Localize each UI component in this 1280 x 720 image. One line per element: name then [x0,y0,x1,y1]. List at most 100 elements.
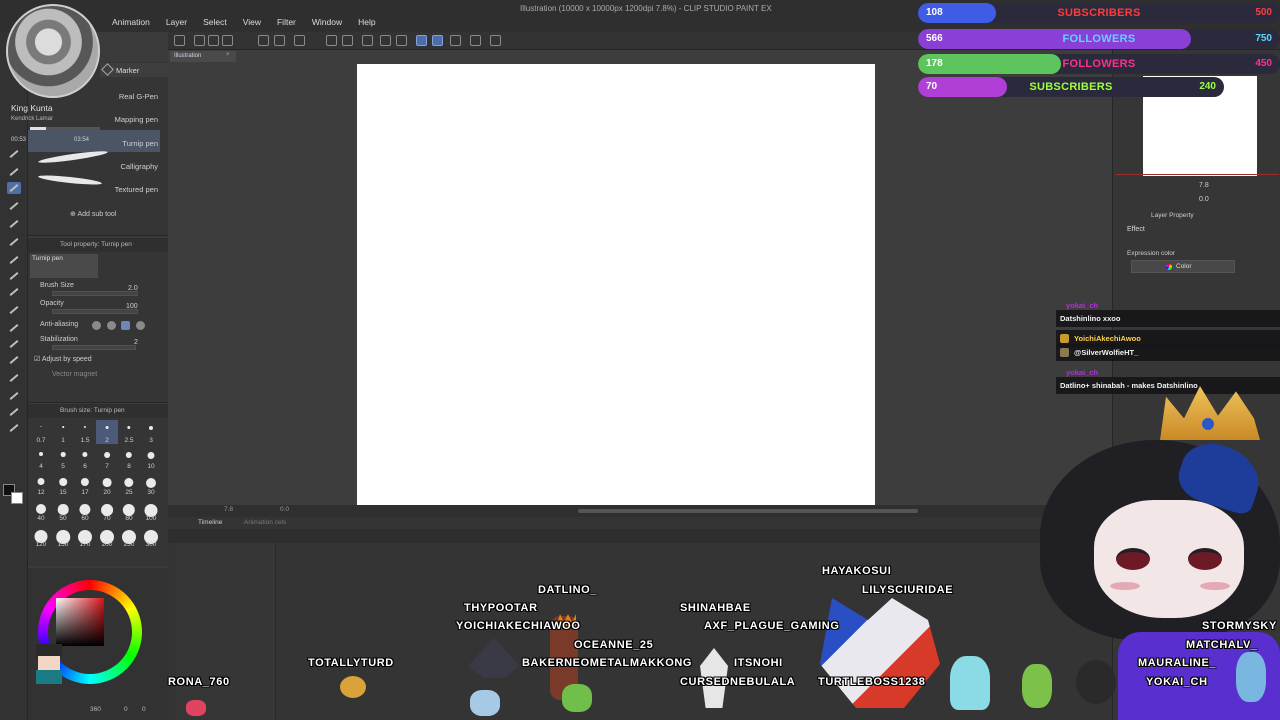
menu-view[interactable]: View [235,17,269,27]
correct-line-tool-icon[interactable] [7,422,21,434]
brush-size-preset[interactable]: 50 [52,498,74,522]
brush-size-preset[interactable]: 3 [140,420,162,444]
close-tab-icon[interactable]: × [226,52,230,58]
saturation-value-square[interactable] [56,598,104,646]
tab-timeline[interactable]: Timeline [198,519,222,526]
transform-icon[interactable] [342,35,353,46]
brush-size-preset[interactable]: 60 [74,498,96,522]
gradient-tool-icon[interactable] [7,322,21,334]
ruler-tool-icon[interactable] [7,372,21,384]
zoom-tool-icon[interactable] [7,148,21,160]
brush-size-preset[interactable]: 12 [30,472,52,496]
new-file-icon[interactable] [194,35,205,46]
antialias-weak[interactable] [107,321,116,330]
antialias-strong[interactable] [136,321,145,330]
menu-filter[interactable]: Filter [269,17,304,27]
navigator-zoom[interactable]: 7.8 [1199,182,1209,189]
stabilization-slider[interactable] [52,345,136,350]
status-zoom[interactable]: 7.8 [224,506,233,513]
menu-help[interactable]: Help [350,17,383,27]
antialias-none[interactable] [92,321,101,330]
brush-size-preset[interactable]: 30 [140,472,162,496]
snap-grid-icon[interactable] [450,35,461,46]
brush-size-preset[interactable]: 25 [118,472,140,496]
figure-tool-icon[interactable] [7,338,21,350]
decoration-tool-icon[interactable] [7,254,21,266]
stabilization-value[interactable]: 2 [134,339,138,346]
snap-ruler-icon[interactable] [416,35,427,46]
menu-animation[interactable]: Animation [104,17,158,27]
menu-window[interactable]: Window [304,17,350,27]
brush-turnip-pen[interactable]: Turnip pen [122,139,158,148]
brush-size-preset[interactable]: 2 [96,420,118,444]
brush-size-value[interactable]: 2.0 [128,285,138,292]
expression-color-select[interactable]: Color [1131,260,1235,273]
crop-icon[interactable] [380,35,391,46]
antialias-medium[interactable] [121,321,130,330]
clip-studio-icon[interactable] [174,35,185,46]
brush-size-preset[interactable]: 300 [140,524,162,548]
brush-mapping-pen[interactable]: Mapping pen [115,115,158,124]
brush-size-preset[interactable]: 80 [118,498,140,522]
menu-layer[interactable]: Layer [158,17,195,27]
settings-icon[interactable] [490,35,501,46]
tab-animation-cels[interactable]: Animation cels [244,519,286,526]
document-tab[interactable]: Illustration × [170,51,236,62]
brush-size-preset[interactable]: 4 [30,446,52,470]
eraser-tool-icon[interactable] [7,270,21,282]
status-angle[interactable]: 0.0 [280,506,289,513]
sub-color-swatch[interactable] [11,492,23,504]
brush-calligraphy[interactable]: Calligraphy [120,162,158,171]
brush-size-preset[interactable]: 1.5 [74,420,96,444]
brush-size-preset[interactable]: 120 [30,524,52,548]
brush-size-preset[interactable]: 17 [74,472,96,496]
brush-size-preset[interactable]: 200 [96,524,118,548]
balloon-tool-icon[interactable] [7,406,21,418]
brush-size-preset[interactable]: 150 [52,524,74,548]
brush-tool-icon[interactable] [7,218,21,230]
deselect-icon[interactable] [362,35,373,46]
save-icon[interactable] [222,35,233,46]
frame-tool-icon[interactable] [7,354,21,366]
brush-real-g-pen[interactable]: Real G-Pen [119,92,158,101]
adjust-by-speed-checkbox[interactable]: ☑ Adjust by speed [34,355,92,363]
brush-size-preset[interactable]: 15 [52,472,74,496]
eyedropper-tool-icon[interactable] [7,166,21,178]
brush-size-preset[interactable]: 70 [96,498,118,522]
brush-size-preset[interactable]: 5 [52,446,74,470]
fill-icon[interactable] [326,35,337,46]
blend-tool-icon[interactable] [7,286,21,298]
undo-icon[interactable] [258,35,269,46]
drawing-canvas[interactable] [357,64,875,506]
horizontal-scrollbar[interactable] [578,509,918,513]
brush-size-preset[interactable]: 250 [118,524,140,548]
snap-special-ruler-icon[interactable] [432,35,443,46]
clear-icon[interactable] [294,35,305,46]
redo-icon[interactable] [274,35,285,46]
brush-size-preset[interactable]: 100 [140,498,162,522]
brush-size-preset[interactable]: 1 [52,420,74,444]
airbrush-tool-icon[interactable] [7,236,21,248]
pencil-tool-icon[interactable] [7,200,21,212]
navigator-angle[interactable]: 0.0 [1199,196,1209,203]
brush-size-preset[interactable]: 10 [140,446,162,470]
menu-select[interactable]: Select [195,17,235,27]
brush-size-slider[interactable] [52,291,138,296]
brush-size-preset[interactable]: 40 [30,498,52,522]
open-file-icon[interactable] [208,35,219,46]
text-tool-icon[interactable] [7,390,21,402]
brush-size-preset[interactable]: 0.7 [30,420,52,444]
invert-selection-icon[interactable] [396,35,407,46]
brush-size-preset[interactable]: 6 [74,446,96,470]
brush-size-preset[interactable]: 20 [96,472,118,496]
brush-size-preset[interactable]: 2.5 [118,420,140,444]
add-sub-tool-button[interactable]: ⊕ Add sub tool [70,210,116,218]
brush-textured-pen[interactable]: Textured pen [115,185,158,194]
pen-tool-icon[interactable] [7,182,21,194]
layout-icon[interactable] [470,35,481,46]
brush-size-preset[interactable]: 7 [96,446,118,470]
brush-size-preset[interactable]: 8 [118,446,140,470]
brush-size-preset[interactable]: 170 [74,524,96,548]
opacity-value[interactable]: 100 [126,303,138,310]
fill-tool-icon[interactable] [7,304,21,316]
